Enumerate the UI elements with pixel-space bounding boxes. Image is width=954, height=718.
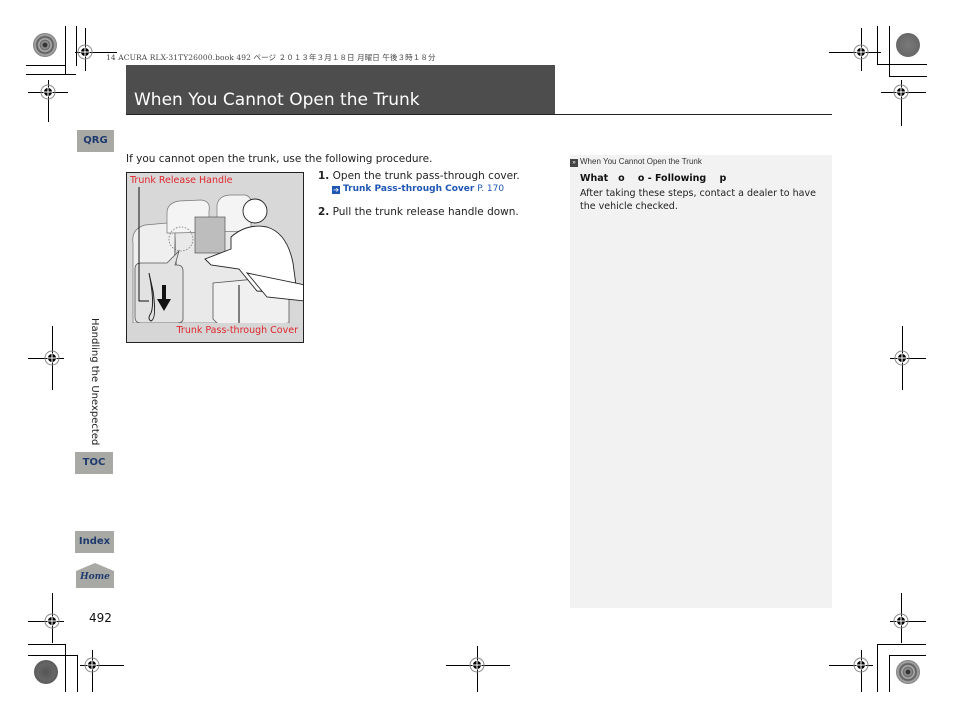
registration-mark-icon: [890, 81, 912, 103]
step-text: Pull the trunk release handle down.: [329, 206, 519, 218]
registration-mark-icon: [890, 610, 912, 632]
xref-page: P. 170: [474, 184, 505, 194]
step-text: Open the trunk pass-through cover.: [329, 170, 520, 182]
illustration: Trunk Release Handle Trunk Pass-through …: [126, 172, 304, 343]
index-button[interactable]: Index: [75, 531, 114, 553]
note-panel: » When You Cannot Open the Trunk What o o…: [570, 155, 832, 608]
procedure-steps: 1. Open the trunk pass-through cover. ➔ T…: [318, 170, 520, 218]
label-trunk-pass-through-cover: Trunk Pass-through Cover: [176, 325, 299, 336]
xref-title: Trunk Pass-through Cover: [343, 184, 475, 194]
intro-text: If you cannot open the trunk, use the fo…: [126, 153, 433, 165]
toc-button[interactable]: TOC: [75, 452, 113, 474]
print-header: 14 ACURA RLX-31TY26000.book 492 ページ ２０１３…: [106, 53, 436, 62]
step-number: 2.: [318, 206, 330, 218]
step-number: 1.: [318, 170, 330, 182]
arrow-right-icon: ➔: [332, 186, 340, 194]
section-label: Handling the Unexpected: [89, 318, 100, 446]
note-title: What o o - Following p: [580, 173, 727, 184]
note-body: After taking these steps, contact a deal…: [580, 188, 816, 212]
note-header-text: When You Cannot Open the Trunk: [580, 157, 702, 166]
page-title: When You Cannot Open the Trunk: [134, 90, 420, 110]
qrg-button[interactable]: QRG: [77, 130, 114, 152]
xref-link-trunk-pass-through-cover[interactable]: ➔ Trunk Pass-through Cover P. 170: [332, 184, 520, 194]
double-chevron-icon: »: [570, 159, 578, 167]
page-title-bar: When You Cannot Open the Trunk: [126, 65, 555, 114]
registration-disc-icon: [896, 660, 920, 684]
registration-mark-icon: [81, 654, 103, 676]
registration-mark-icon: [466, 654, 488, 676]
note-header: » When You Cannot Open the Trunk: [570, 157, 702, 167]
registration-mark-icon: [850, 654, 872, 676]
rear-seat-illustration: [127, 173, 303, 342]
step-1: 1. Open the trunk pass-through cover.: [318, 170, 520, 182]
registration-mark-icon: [41, 347, 63, 369]
title-divider: [126, 114, 832, 115]
registration-mark-icon: [850, 41, 872, 63]
page-number: 492: [89, 611, 112, 625]
registration-mark-icon: [41, 610, 63, 632]
registration-disc-icon: [34, 660, 58, 684]
registration-disc-icon: [33, 33, 57, 57]
registration-mark-icon: [891, 347, 913, 369]
label-trunk-release-handle: Trunk Release Handle: [130, 175, 233, 186]
registration-mark-icon: [74, 41, 96, 63]
home-button[interactable]: Home: [76, 563, 114, 588]
registration-mark-icon: [37, 81, 59, 103]
step-2: 2. Pull the trunk release handle down.: [318, 206, 520, 218]
registration-disc-icon: [896, 33, 920, 57]
home-label: Home: [80, 572, 110, 582]
